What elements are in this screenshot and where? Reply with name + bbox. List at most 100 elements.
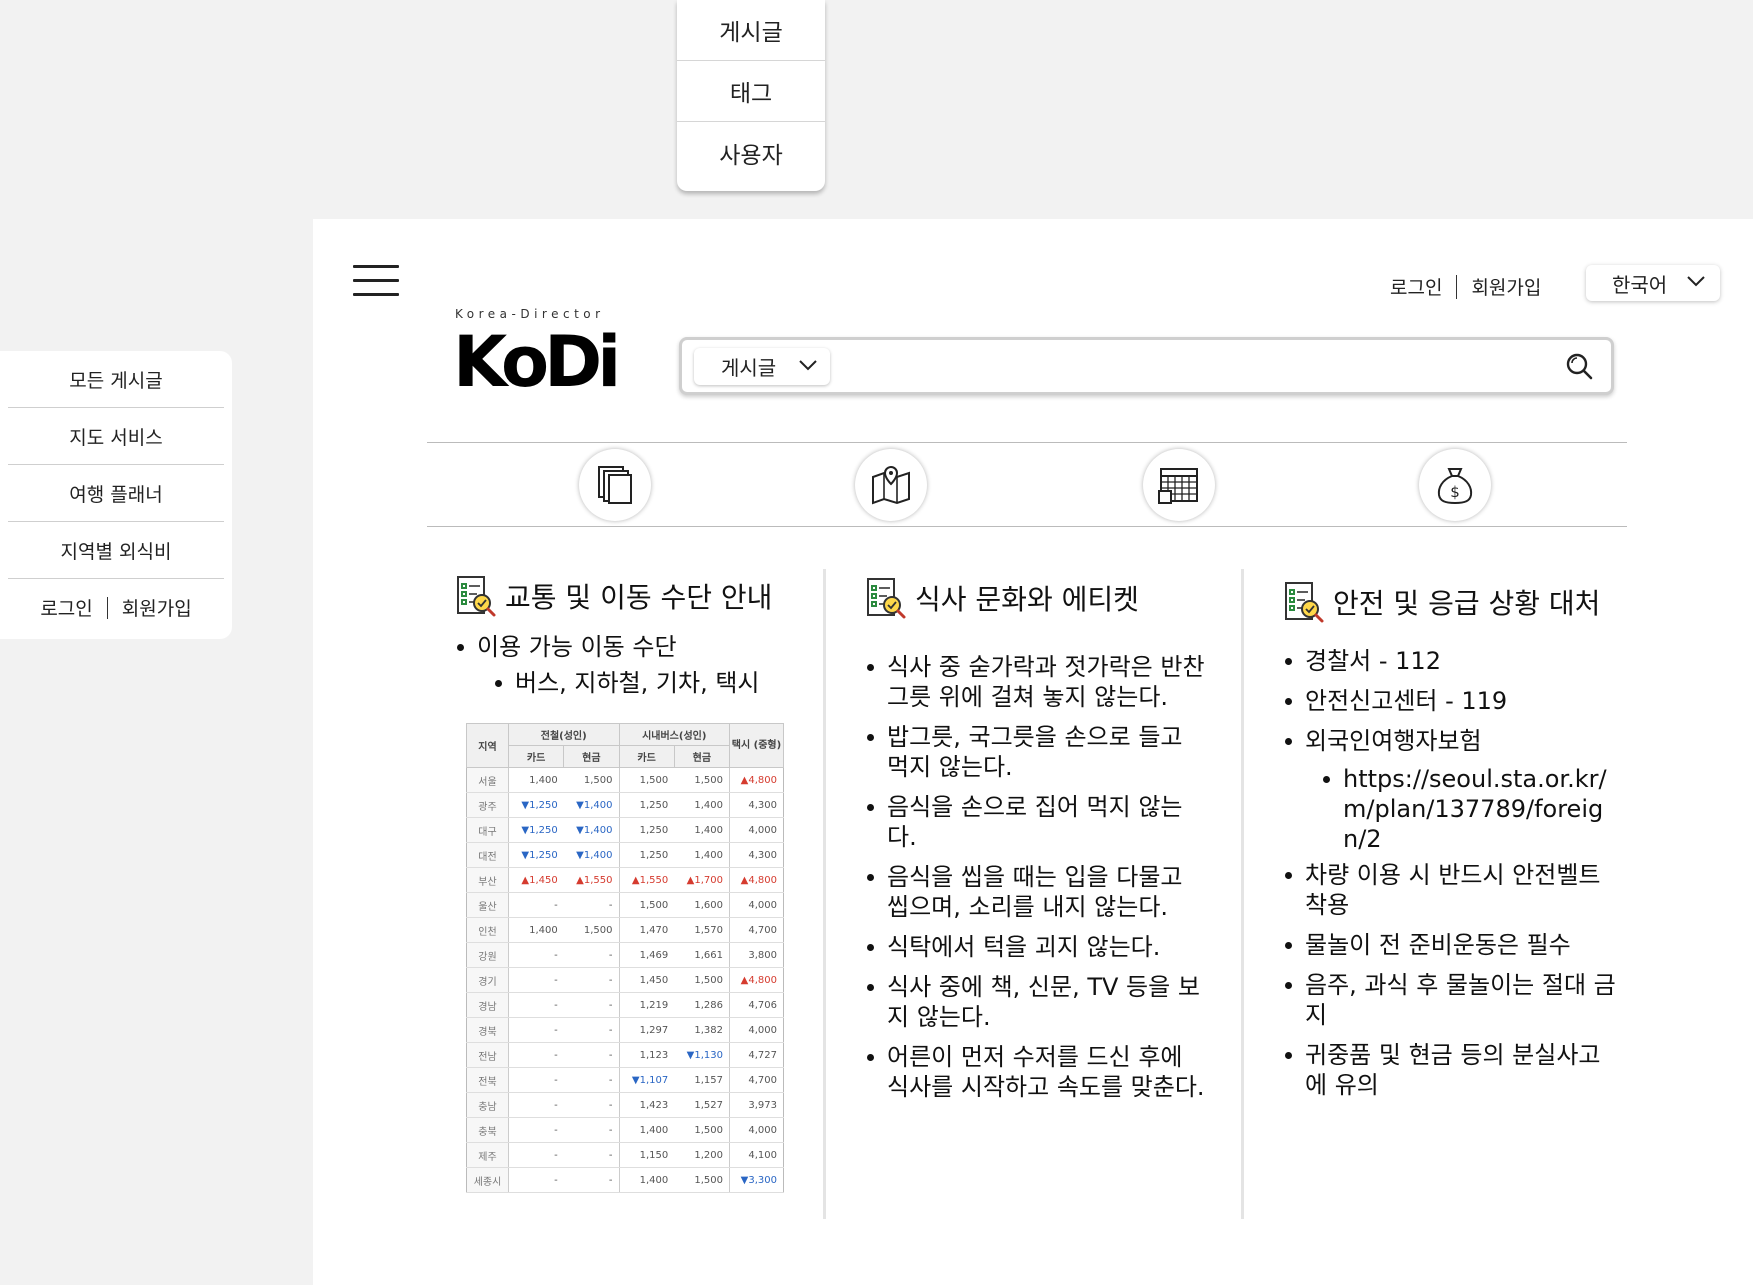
- list-item: 어른이 먼저 수저를 드신 후에 식사를 시작하고 속도를 맞춘다.: [863, 1042, 1208, 1102]
- dropdown-option-users[interactable]: 사용자: [677, 122, 825, 183]
- table-cell: 1,219: [619, 992, 675, 1018]
- transport-section: 교통 및 이동 수단 안내 이용 가능 이동 수단 버스, 지하철, 기차, 택…: [453, 574, 772, 698]
- checklist-magnifier-icon: [867, 578, 906, 619]
- table-cell: 1,250: [619, 817, 675, 843]
- table-cell: 1,600: [674, 892, 731, 918]
- table-cell: ▲1,550: [619, 867, 675, 893]
- table-cell: -: [508, 992, 564, 1018]
- table-cell: 1,250: [619, 842, 675, 868]
- safety-section: 안전 및 응급 상황 대처 경찰서 - 112 안전신고센터 - 119 외국인…: [1281, 574, 1616, 1100]
- table-cell: ▼3,300: [729, 1167, 784, 1193]
- list-item: 식탁에서 턱을 괴지 않는다.: [863, 932, 1208, 962]
- list-item: 경찰서 - 112: [1281, 646, 1616, 676]
- table-cell: 1,570: [674, 917, 731, 943]
- hamburger-menu-icon[interactable]: [353, 265, 399, 297]
- table-cell: 1,286: [674, 992, 731, 1018]
- table-cell: 1,250: [619, 792, 675, 818]
- table-cell: 1,500: [619, 892, 675, 918]
- table-cell-region: 강원: [466, 942, 509, 968]
- table-cell: -: [508, 1167, 564, 1193]
- table-row: 서울 1,400 1,500 1,500 1,500 ▲4,800: [466, 767, 784, 793]
- table-cell-region: 경남: [466, 992, 509, 1018]
- map-icon: [872, 465, 910, 505]
- side-menu-login-link[interactable]: 로그인: [40, 594, 92, 621]
- list-item: 귀중품 및 현금 등의 분실사고에 유의: [1281, 1040, 1616, 1100]
- category-planner-button[interactable]: [1143, 449, 1215, 521]
- side-menu-travel-planner[interactable]: 여행 플래너: [8, 465, 224, 522]
- table-cell-region: 전남: [466, 1042, 509, 1068]
- table-cell: 4,700: [729, 1067, 784, 1093]
- search-scope-select[interactable]: 게시글: [694, 348, 830, 385]
- table-cell: ▼1,250: [508, 817, 564, 843]
- table-cell: ▼1,250: [508, 792, 564, 818]
- list-item: 버스, 지하철, 기차, 택시: [491, 668, 772, 698]
- table-cell-region: 충북: [466, 1117, 509, 1143]
- table-cell: 1,469: [619, 942, 675, 968]
- dining-section-header: 식사 문화와 에티켓: [863, 576, 1208, 620]
- table-row: 광주 ▼1,250 ▼1,400 1,250 1,400 4,300: [466, 792, 784, 818]
- list-item: 외국인여행자보험 https://seoul.sta.or.kr/m/plan/…: [1281, 726, 1616, 854]
- side-menu-auth: 로그인 회원가입: [8, 579, 224, 636]
- safety-section-header: 안전 및 응급 상황 대처: [1281, 580, 1616, 624]
- money-bag-icon: $: [1437, 468, 1473, 505]
- table-cell: 1,400: [619, 1167, 675, 1193]
- side-menu-signup-link[interactable]: 회원가입: [122, 594, 192, 621]
- table-cell: 1,297: [619, 1017, 675, 1043]
- kodi-logo[interactable]: Korea-Director KoDi: [453, 307, 621, 407]
- table-cell: 1,500: [674, 1167, 731, 1193]
- table-cell: 3,800: [729, 942, 784, 968]
- language-select[interactable]: 한국어: [1586, 265, 1720, 301]
- table-cell: -: [508, 892, 564, 918]
- signup-link[interactable]: 회원가입: [1471, 273, 1541, 300]
- table-cell: 4,000: [729, 1117, 784, 1143]
- table-cell: -: [563, 1017, 620, 1043]
- table-cell: -: [563, 1117, 620, 1143]
- table-cell: -: [508, 1117, 564, 1143]
- dropdown-option-posts[interactable]: 게시글: [677, 0, 825, 61]
- table-cell: 1,400: [674, 792, 731, 818]
- table-header-subway: 전철(성인): [508, 723, 620, 746]
- logo-wordmark: KoDi: [453, 321, 621, 403]
- table-cell-region: 대구: [466, 817, 509, 843]
- table-cell: -: [563, 967, 620, 993]
- list-item: 안전신고센터 - 119: [1281, 686, 1616, 716]
- table-header-card: 카드: [507, 745, 565, 768]
- table-header-card: 카드: [618, 745, 675, 768]
- chevron-down-icon: [1687, 276, 1705, 287]
- category-dining-cost-button[interactable]: $: [1419, 449, 1491, 521]
- table-cell: -: [563, 1142, 620, 1168]
- divider: [823, 569, 826, 1219]
- side-menu-map-service[interactable]: 지도 서비스: [8, 408, 224, 465]
- table-cell: -: [508, 1017, 564, 1043]
- table-cell: 1,527: [674, 1092, 731, 1118]
- table-cell: ▲1,450: [508, 867, 564, 893]
- search-icon[interactable]: [1565, 352, 1593, 380]
- table-cell-region: 부산: [466, 867, 509, 893]
- table-cell: 4,300: [729, 792, 784, 818]
- table-row: 강원 - -1,469 1,661 3,800: [466, 942, 784, 968]
- language-select-value: 한국어: [1612, 272, 1668, 297]
- table-row: 제주 - -1,150 1,200 4,100: [466, 1142, 784, 1168]
- dropdown-option-tags[interactable]: 태그: [677, 61, 825, 122]
- login-link[interactable]: 로그인: [1390, 273, 1442, 300]
- search-input[interactable]: [842, 348, 1542, 386]
- table-cell: 4,300: [729, 842, 784, 868]
- table-cell: 1,400: [674, 817, 731, 843]
- table-cell: -: [563, 942, 620, 968]
- table-cell: 4,727: [729, 1042, 784, 1068]
- category-posts-button[interactable]: [579, 449, 651, 521]
- table-cell: -: [563, 1092, 620, 1118]
- table-cell: -: [508, 1092, 564, 1118]
- table-cell: -: [563, 892, 620, 918]
- side-menu-regional-dining-cost[interactable]: 지역별 외식비: [8, 522, 224, 579]
- table-cell: 1,382: [674, 1017, 731, 1043]
- table-cell: -: [563, 1042, 620, 1068]
- dining-list: 식사 중 숟가락과 젓가락은 반찬 그릇 위에 걸쳐 놓지 않는다. 밥그릇, …: [863, 652, 1208, 1102]
- category-map-button[interactable]: [855, 449, 927, 521]
- table-cell: -: [508, 1042, 564, 1068]
- table-cell: -: [563, 992, 620, 1018]
- checklist-magnifier-icon: [457, 576, 496, 617]
- side-menu-all-posts[interactable]: 모든 게시글: [8, 351, 224, 408]
- table-row: 대전 ▼1,250 ▼1,400 1,250 1,400 4,300: [466, 842, 784, 868]
- insurance-link[interactable]: https://seoul.sta.or.kr/m/plan/137789/fo…: [1319, 764, 1616, 854]
